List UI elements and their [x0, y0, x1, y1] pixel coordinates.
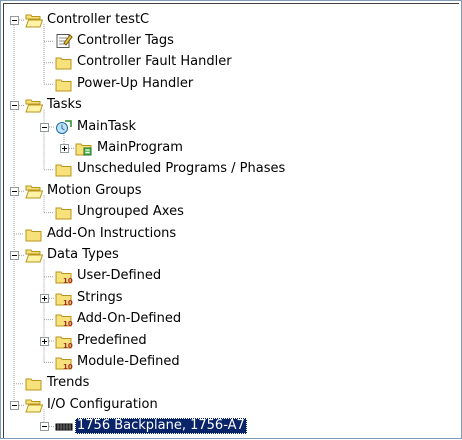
datatype-folder-icon: 101: [55, 290, 78, 307]
tree-node-label[interactable]: Ungrouped Axes: [75, 204, 186, 220]
folder-open-icon: [25, 97, 44, 113]
folder-icon: [25, 375, 43, 391]
tree-node-backplane[interactable]: 1756 Backplane, 1756-A7: [1, 416, 461, 437]
tree-node-label[interactable]: Add-On-Defined: [75, 311, 183, 327]
tree-node-unscheduled-programs[interactable]: Unscheduled Programs / Phases: [1, 159, 461, 180]
tree-node-label[interactable]: Controller testC: [45, 12, 151, 28]
tags-document-icon: [55, 33, 73, 49]
tree-node-label[interactable]: Controller Tags: [75, 33, 176, 49]
tree-node-label[interactable]: 1756 Backplane, 1756-A7: [75, 418, 247, 435]
datatype-folder-icon: 101: [55, 268, 78, 285]
folder-open-icon: [25, 183, 44, 199]
tree-node-data-types[interactable]: Data Types: [1, 245, 461, 266]
tree-node-label[interactable]: I/O Configuration: [45, 397, 160, 413]
tree-node-controller-tags[interactable]: Controller Tags: [1, 31, 461, 52]
task-icon: [55, 119, 73, 135]
tree-node-label[interactable]: Predefined: [75, 333, 149, 349]
program-icon: [75, 140, 93, 156]
tree-node-add-on-defined[interactable]: 101 Add-On-Defined: [1, 309, 461, 330]
folder-icon: [55, 76, 73, 92]
tree-node-ungrouped-axes[interactable]: Ungrouped Axes: [1, 202, 461, 223]
tree-node-trends[interactable]: Trends: [1, 373, 461, 394]
tree-node-strings[interactable]: 101 Strings: [1, 288, 461, 309]
datatype-folder-icon: 101: [55, 354, 78, 371]
collapse-toggle[interactable]: [39, 422, 49, 432]
collapse-toggle[interactable]: [9, 15, 19, 25]
folder-icon: [55, 204, 73, 220]
controller-organizer-tree[interactable]: Controller testC Controller Tags Control…: [0, 0, 462, 439]
tree-node-module-defined[interactable]: 101 Module-Defined: [1, 352, 461, 373]
folder-open-icon: [25, 12, 44, 28]
tree-node-label[interactable]: Power-Up Handler: [75, 76, 195, 92]
tree-node-label[interactable]: Strings: [75, 290, 125, 306]
collapse-toggle[interactable]: [9, 400, 19, 410]
tree-node-label[interactable]: MainTask: [75, 119, 138, 135]
tree-node-mainprogram[interactable]: MainProgram: [1, 138, 461, 159]
tree-node-label[interactable]: MainProgram: [95, 140, 185, 156]
tree-node-label[interactable]: Unscheduled Programs / Phases: [75, 161, 287, 177]
svg-text:101: 101: [63, 299, 73, 306]
collapse-toggle[interactable]: [9, 101, 19, 111]
datatype-folder-icon: 101: [55, 311, 78, 328]
folder-icon: [25, 226, 43, 242]
folder-open-icon: [25, 397, 44, 413]
tree-node-tasks[interactable]: Tasks: [1, 95, 461, 116]
tree-node-add-on-instructions[interactable]: Add-On Instructions: [1, 224, 461, 245]
tree-node-motion-groups[interactable]: Motion Groups: [1, 181, 461, 202]
tree-node-maintask[interactable]: MainTask: [1, 117, 461, 138]
tree-node-io-configuration[interactable]: I/O Configuration: [1, 395, 461, 416]
tree-node-controller-fault-handler[interactable]: Controller Fault Handler: [1, 52, 461, 73]
tree-node-label[interactable]: Module-Defined: [75, 354, 182, 370]
tree-node-label[interactable]: User-Defined: [75, 268, 163, 284]
expand-toggle[interactable]: [39, 293, 49, 303]
collapse-toggle[interactable]: [9, 250, 19, 260]
tree-node-label[interactable]: Data Types: [45, 247, 121, 263]
svg-text:101: 101: [63, 320, 73, 327]
tree-node-label[interactable]: Tasks: [45, 97, 84, 113]
collapse-toggle[interactable]: [9, 186, 19, 196]
tree-node-predefined[interactable]: 101 Predefined: [1, 331, 461, 352]
svg-text:101: 101: [63, 342, 73, 349]
folder-icon: [55, 161, 73, 177]
tree-node-label[interactable]: Trends: [45, 375, 91, 391]
tree-node-label[interactable]: Motion Groups: [45, 183, 144, 199]
tree-node-power-up-handler[interactable]: Power-Up Handler: [1, 74, 461, 95]
tree-node-label[interactable]: Controller Fault Handler: [75, 54, 234, 70]
folder-open-icon: [25, 247, 44, 263]
expand-toggle[interactable]: [59, 143, 69, 153]
svg-text:101: 101: [63, 277, 73, 284]
collapse-toggle[interactable]: [39, 122, 49, 132]
backplane-icon: [55, 418, 73, 434]
svg-text:101: 101: [63, 363, 73, 370]
expand-toggle[interactable]: [39, 336, 49, 346]
tree-node-controller[interactable]: Controller testC: [1, 10, 461, 31]
datatype-folder-icon: 101: [55, 333, 78, 350]
tree-node-label[interactable]: Add-On Instructions: [45, 226, 178, 242]
tree-node-user-defined[interactable]: 101 User-Defined: [1, 266, 461, 287]
folder-icon: [55, 54, 73, 70]
